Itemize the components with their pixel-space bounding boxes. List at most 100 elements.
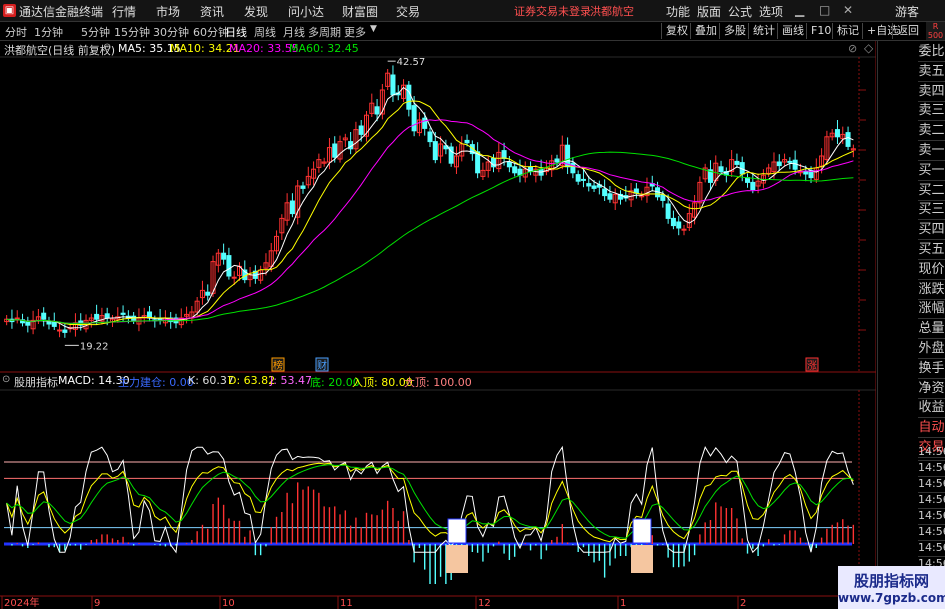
candle-body	[607, 193, 613, 200]
candle-body	[300, 185, 306, 189]
candle-body	[570, 162, 576, 174]
x-axis-label: 1	[620, 598, 626, 609]
trade-time-3: 14:56	[918, 492, 945, 509]
sidebar-tab-0[interactable]: 委比	[918, 42, 945, 62]
indicator-name[interactable]: 股朋指标	[14, 374, 58, 390]
candle-body	[120, 312, 126, 315]
chart-expand-icon[interactable]: ◇	[864, 41, 874, 55]
candle-body	[845, 132, 851, 147]
trade-time-6: 14:56	[918, 540, 945, 557]
site-watermark: 股朋指标网 www.7gpzb.com	[838, 566, 945, 609]
sidebar-tab-4[interactable]: 卖二	[918, 121, 945, 142]
statistics-button[interactable]: 统计	[748, 23, 775, 39]
sidebar-tab-18[interactable]: 收益	[918, 398, 945, 419]
sidebar-tab-17[interactable]: 净资	[918, 379, 945, 399]
candle-body	[602, 188, 608, 197]
menu-gongshi[interactable]: 公式	[728, 3, 752, 20]
mark-button[interactable]: 标记	[832, 23, 859, 39]
tab-period-60min[interactable]: 60分钟	[193, 24, 229, 40]
main-chart-title[interactable]: 洪都航空(日线 前复权)	[4, 42, 115, 58]
tab-period-5min[interactable]: 5分钟	[81, 24, 110, 40]
signal-block-2-top	[632, 518, 652, 544]
title-dropdown-icon[interactable]: ⊙	[103, 42, 111, 53]
candle-body	[41, 312, 47, 320]
more-chevron-icon[interactable]: ▼	[370, 24, 377, 34]
candle-body	[406, 84, 412, 110]
tab-period-monthly[interactable]: 月线	[283, 24, 305, 40]
tab-period-1min[interactable]: 1分钟	[34, 24, 63, 40]
menu-wenxiaoda[interactable]: 问小达	[288, 3, 324, 20]
indicator-dropdown-icon[interactable]: ⊙	[2, 374, 10, 385]
indicator-chart[interactable]	[4, 445, 855, 584]
chart-canvas[interactable]: 42.5719.22榜财涨 40.0037.5035.0032.5030.002…	[0, 41, 876, 609]
sidebar-tab-1[interactable]: 卖五	[918, 62, 945, 82]
trade-login-notice[interactable]: 证券交易未登录	[514, 3, 591, 19]
tab-period-15min[interactable]: 15分钟	[114, 24, 150, 40]
candle-body	[670, 217, 676, 227]
candle-body	[104, 313, 110, 319]
trade-time-5: 14:56	[918, 524, 945, 541]
price-chart[interactable]: 42.57 19.22 榜 财 涨	[4, 57, 856, 372]
stock-name-header: 洪都航空	[590, 5, 634, 18]
menu-shichang[interactable]: 市场	[156, 3, 180, 20]
menu-jiaoyi[interactable]: 交易	[396, 3, 420, 20]
candle-body	[776, 161, 782, 167]
draw-line-button[interactable]: 画线	[777, 23, 804, 39]
restore-rights-button[interactable]: 复权	[661, 23, 688, 39]
candle-body	[422, 117, 428, 129]
sidebar-tab-16[interactable]: 换手	[918, 359, 945, 379]
sidebar-tab-2[interactable]: 卖四	[918, 82, 945, 102]
sidebar-tab-10[interactable]: 买五	[918, 240, 945, 260]
sidebar-tab-9[interactable]: 买四	[918, 220, 945, 241]
candle-body	[517, 168, 523, 176]
menu-gongneng[interactable]: 功能	[666, 3, 690, 20]
sidebar-tab-8[interactable]: 买三	[918, 200, 945, 221]
sidebar-tab-11[interactable]: 现价	[918, 260, 945, 280]
candle-body	[231, 276, 237, 279]
maximize-icon[interactable]: □	[819, 3, 830, 17]
candle-body	[432, 141, 438, 161]
candle-body	[332, 143, 338, 158]
sidebar-tab-15[interactable]: 外盘	[918, 339, 945, 359]
menu-xuanxiang[interactable]: 选项	[759, 3, 783, 20]
multi-stock-button[interactable]: 多股	[719, 23, 746, 39]
x-axis-label: 11	[340, 598, 353, 609]
f10-button[interactable]: F10	[806, 23, 831, 39]
tab-period-weekly[interactable]: 周线	[254, 24, 276, 40]
sidebar-tab-6[interactable]: 买一	[918, 161, 945, 181]
menu-caifuquan[interactable]: 财富圈	[342, 3, 378, 20]
x-axis-label: 12	[478, 598, 491, 609]
sidebar-tab-7[interactable]: 买二	[918, 181, 945, 201]
r-badge[interactable]: R 500	[926, 22, 945, 40]
sidebar-tab-14[interactable]: 总量	[918, 319, 945, 340]
sidebar-tab-13[interactable]: 涨幅	[918, 299, 945, 320]
menu-hangqing[interactable]: 行情	[112, 3, 136, 20]
sidebar-tab-5[interactable]: 卖一	[918, 141, 945, 161]
overlay-button[interactable]: 叠加	[690, 23, 717, 39]
minimize-icon[interactable]: ▁	[795, 3, 804, 17]
tab-period-daily[interactable]: 日线	[225, 24, 247, 40]
candle-body	[665, 203, 671, 219]
tab-period-30min[interactable]: 30分钟	[153, 24, 189, 40]
candle-body	[803, 171, 809, 175]
tab-period-multi[interactable]: 多周期	[308, 24, 341, 40]
back-button[interactable]: 返回	[892, 23, 919, 39]
candle-body	[681, 228, 687, 231]
tab-period-more[interactable]: 更多	[344, 24, 366, 40]
chart-settings-icon[interactable]: ⊘	[848, 42, 857, 55]
candle-body	[580, 178, 586, 181]
tab-period-fenshi[interactable]: 分时	[5, 24, 27, 40]
dading-value: 大顶: 100.00	[404, 376, 472, 389]
sidebar-tab-12[interactable]: 涨跌	[918, 280, 945, 300]
candle-body	[358, 125, 364, 135]
sidebar-tab-3[interactable]: 卖三	[918, 101, 945, 122]
close-icon[interactable]: ✕	[843, 3, 853, 17]
period-tab-bar: 分时 1分钟 5分钟 15分钟 30分钟 60分钟 日线 周线 月线 多周期 更…	[0, 22, 945, 41]
sidebar-tab-19[interactable]: 自动	[918, 418, 945, 439]
candle-body	[750, 181, 756, 191]
menu-faxian[interactable]: 发现	[244, 3, 268, 20]
menu-zixun[interactable]: 资讯	[200, 3, 224, 20]
guest-label[interactable]: 游客	[895, 3, 919, 20]
r-badge-value: 500	[927, 31, 944, 40]
menu-banmian[interactable]: 版面	[697, 3, 721, 20]
